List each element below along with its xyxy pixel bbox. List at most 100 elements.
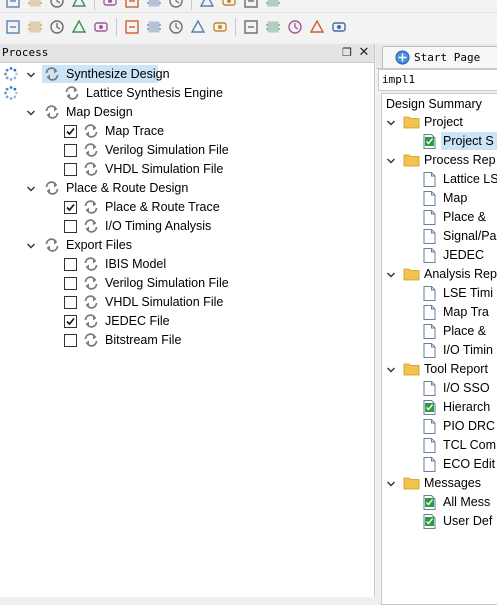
expand-chevron-icon[interactable] [385,474,397,493]
expand-chevron-icon[interactable] [385,113,397,132]
process-group-row[interactable]: Synthesize Design [0,65,372,84]
process-group-row[interactable]: Place & Route Design [0,179,372,198]
copy-icon[interactable] [167,0,185,10]
print-icon[interactable] [101,0,119,10]
checkbox-unchecked[interactable] [64,334,77,347]
process-run-icon [83,123,99,139]
summary-item-row[interactable]: TCL Com [382,436,497,455]
find-icon[interactable] [220,0,238,10]
summary-item-row[interactable]: User Def [382,512,497,531]
summary-folder-row[interactable]: Messages [382,474,497,493]
summary-item-row[interactable]: Place & [382,322,497,341]
summary-item-row[interactable]: JEDEC [382,246,497,265]
checkbox-checked[interactable] [64,315,77,328]
process-item-row[interactable]: Map Trace [0,122,372,141]
grid-icon[interactable] [145,18,163,36]
tab-start-page[interactable]: Start Page [382,46,497,68]
chip-icon[interactable] [26,18,44,36]
process-run-icon [83,199,99,215]
expand-chevron-icon[interactable] [25,236,37,255]
save-icon[interactable] [48,0,66,10]
matrix-icon[interactable] [189,18,207,36]
running-spinner-icon [3,85,19,101]
start-page-tab-label: Start Page [414,51,481,64]
summary-item-row[interactable]: I/O Timin [382,341,497,360]
summary-folder-row[interactable]: Project [382,113,497,132]
implementation-label: impl1 [382,73,416,86]
checkbox-checked[interactable] [64,201,77,214]
cut-icon[interactable] [145,0,163,10]
expand-chevron-icon[interactable] [385,360,397,379]
checkbox-checked[interactable] [64,125,77,138]
process-item-row[interactable]: I/O Timing Analysis [0,217,372,236]
checkbox-unchecked[interactable] [64,258,77,271]
bolt-icon[interactable] [330,18,348,36]
device-icon[interactable] [242,18,260,36]
folder-icon [403,476,420,493]
expand-chevron-icon[interactable] [25,65,37,84]
process-group-row[interactable]: Map Design [0,103,372,122]
text-icon[interactable] [308,18,326,36]
toolbar-separator [191,0,192,10]
open-folder-icon[interactable] [26,0,44,10]
summary-item-row[interactable]: Map [382,189,497,208]
checkbox-unchecked[interactable] [64,163,77,176]
process-item-row[interactable]: JEDEC File [0,312,372,331]
checkbox-unchecked[interactable] [64,220,77,233]
summary-item-label: Project [424,115,463,129]
expand-chevron-icon[interactable] [25,179,37,198]
filter-icon[interactable] [92,18,110,36]
undo-icon[interactable] [123,0,141,10]
checkbox-unchecked[interactable] [64,144,77,157]
pencil-icon[interactable] [4,18,22,36]
summary-folder-row[interactable]: Analysis Rep [382,265,497,284]
checkbox-unchecked[interactable] [64,277,77,290]
summary-item-row[interactable]: LSE Timi [382,284,497,303]
layers-icon[interactable] [70,18,88,36]
new-file-icon[interactable] [4,0,22,10]
chart-icon[interactable] [264,0,282,10]
summary-folder-row[interactable]: Process Rep [382,151,497,170]
process-item-row[interactable]: VHDL Simulation File [0,293,372,312]
process-item-row[interactable]: Bitstream File [0,331,372,350]
summary-item-row[interactable]: All Mess [382,493,497,512]
zoom-icon[interactable] [211,18,229,36]
summary-item-label: Tool Report [424,362,488,376]
summary-item-row[interactable]: Hierarch [382,398,497,417]
document-icon [423,248,436,266]
paste-icon[interactable] [198,0,216,10]
summary-item-row[interactable]: Map Tra [382,303,497,322]
float-panel-icon[interactable]: ❐ [340,45,354,59]
top-toolbar [0,0,497,13]
process-item-row[interactable]: Verilog Simulation File [0,141,372,160]
save-all-icon[interactable] [70,0,88,10]
document-icon [423,229,436,247]
expand-chevron-icon[interactable] [385,151,397,170]
process-group-row[interactable]: Export Files [0,236,372,255]
process-item-row[interactable]: VHDL Simulation File [0,160,372,179]
process-label: Verilog Simulation File [105,143,229,157]
swap-icon[interactable] [286,18,304,36]
summary-item-row[interactable]: Place & [382,208,497,227]
summary-item-row[interactable]: Project S [382,132,497,151]
summary-item-row[interactable]: ECO Edit [382,455,497,474]
process-item-row[interactable]: Lattice Synthesis Engine [0,84,372,103]
board-icon[interactable] [167,18,185,36]
process-item-row[interactable]: IBIS Model [0,255,372,274]
summary-folder-row[interactable]: Tool Report [382,360,497,379]
checkbox-unchecked[interactable] [64,296,77,309]
settings-icon[interactable] [242,0,260,10]
process-item-row[interactable]: Place & Route Trace [0,198,372,217]
summary-item-row[interactable]: Lattice LS [382,170,497,189]
tool-icon[interactable] [123,18,141,36]
summary-item-row[interactable]: Signal/Pa [382,227,497,246]
process-run-icon [44,180,60,196]
expand-chevron-icon[interactable] [25,103,37,122]
scan-icon[interactable] [264,18,282,36]
chip-add-icon[interactable] [48,18,66,36]
summary-item-row[interactable]: PIO DRC [382,417,497,436]
expand-chevron-icon[interactable] [385,265,397,284]
process-item-row[interactable]: Verilog Simulation File [0,274,372,293]
close-panel-icon[interactable]: ✕ [357,44,371,59]
summary-item-row[interactable]: I/O SSO [382,379,497,398]
